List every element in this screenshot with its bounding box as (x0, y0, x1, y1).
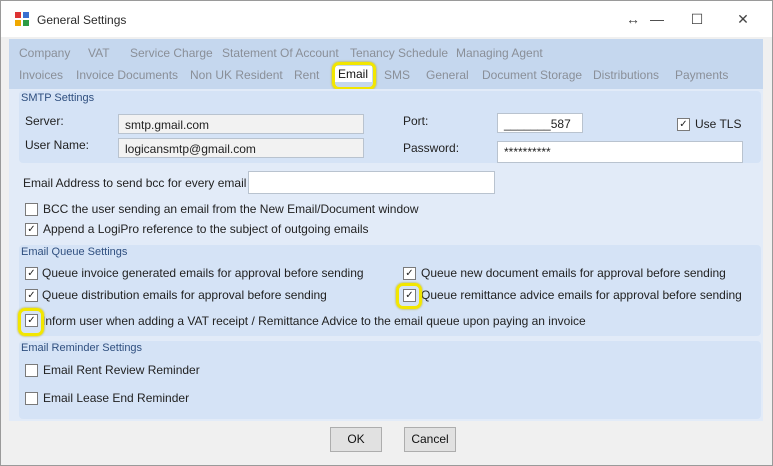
tab-service-charge[interactable]: Service Charge (130, 46, 213, 60)
maximize-button[interactable]: ☐ (677, 5, 717, 33)
title-bar: General Settings ↔ — ☐ ✕ (1, 1, 772, 37)
username-label: User Name: (25, 138, 90, 152)
inform-user-label: Inform user when adding a VAT receipt / … (42, 314, 586, 328)
bcc-address-input[interactable] (248, 171, 495, 194)
tab-statement-of-account[interactable]: Statement Of Account (222, 46, 339, 60)
tab-document-storage[interactable]: Document Storage (482, 68, 582, 82)
tab-vat[interactable]: VAT (88, 46, 110, 60)
use-tls-label: Use TLS (695, 117, 742, 131)
button-bar: OK Cancel (9, 421, 763, 457)
tab-company[interactable]: Company (19, 46, 70, 60)
rent-review-reminder-checkbox[interactable] (25, 364, 38, 377)
smtp-settings-title: SMTP Settings (21, 92, 95, 104)
tab-distributions[interactable]: Distributions (593, 68, 659, 82)
bcc-user-label: BCC the user sending an email from the N… (43, 202, 419, 216)
queue-new-document-label: Queue new document emails for approval b… (421, 266, 726, 280)
password-input[interactable]: ********** (497, 141, 743, 163)
rent-review-reminder-label: Email Rent Review Reminder (43, 363, 200, 377)
remittance-checkbox-highlight (396, 283, 422, 309)
tab-tenancy-schedule[interactable]: Tenancy Schedule (350, 46, 448, 60)
bcc-address-label: Email Address to send bcc for every emai… (23, 176, 276, 190)
queue-distribution-checkbox[interactable]: ✓ (25, 289, 38, 302)
use-tls-checkbox[interactable]: ✓ (677, 118, 690, 131)
server-input[interactable]: smtp.gmail.com (118, 114, 364, 134)
tab-general[interactable]: General (426, 68, 469, 82)
email-reminder-settings-title: Email Reminder Settings (21, 342, 143, 354)
queue-new-document-checkbox[interactable]: ✓ (403, 267, 416, 280)
email-tab-highlight (332, 62, 376, 90)
tab-invoices[interactable]: Invoices (19, 68, 63, 82)
tab-invoice-documents[interactable]: Invoice Documents (76, 68, 178, 82)
append-reference-label: Append a LogiPro reference to the subjec… (43, 222, 369, 236)
email-queue-settings-title: Email Queue Settings (21, 246, 128, 258)
close-button[interactable]: ✕ (723, 5, 763, 33)
cancel-button[interactable]: Cancel (404, 427, 456, 452)
queue-invoice-checkbox[interactable]: ✓ (25, 267, 38, 280)
queue-remittance-label: Queue remittance advice emails for appro… (421, 288, 742, 302)
port-input[interactable]: _______587 (497, 113, 583, 133)
password-label: Password: (403, 141, 460, 155)
lease-end-reminder-label: Email Lease End Reminder (43, 391, 190, 405)
email-settings-panel: SMTP Settings Server: smtp.gmail.com Use… (9, 89, 763, 421)
email-reminder-settings-group: Email Reminder Settings (19, 341, 761, 419)
username-input[interactable]: logicansmtp@gmail.com (118, 138, 364, 158)
server-label: Server: (25, 114, 64, 128)
window-title: General Settings (37, 13, 127, 27)
ok-button[interactable]: OK (330, 427, 382, 452)
minimize-button[interactable]: — (637, 5, 677, 33)
tab-rent[interactable]: Rent (294, 68, 319, 82)
tab-non-uk-resident[interactable]: Non UK Resident (190, 68, 283, 82)
append-reference-checkbox[interactable]: ✓ (25, 223, 38, 236)
general-settings-window: General Settings ↔ — ☐ ✕ Company VAT Ser… (0, 0, 773, 466)
tab-managing-agent[interactable]: Managing Agent (456, 46, 543, 60)
queue-invoice-label: Queue invoice generated emails for appro… (42, 266, 364, 280)
tab-sms[interactable]: SMS (384, 68, 410, 82)
inform-user-checkbox-highlight (18, 308, 44, 336)
app-icon (15, 12, 29, 26)
bcc-user-checkbox[interactable] (25, 203, 38, 216)
queue-distribution-label: Queue distribution emails for approval b… (42, 288, 327, 302)
tab-payments[interactable]: Payments (675, 68, 728, 82)
tab-strip: Company VAT Service Charge Statement Of … (9, 39, 763, 89)
port-label: Port: (403, 114, 429, 128)
lease-end-reminder-checkbox[interactable] (25, 392, 38, 405)
